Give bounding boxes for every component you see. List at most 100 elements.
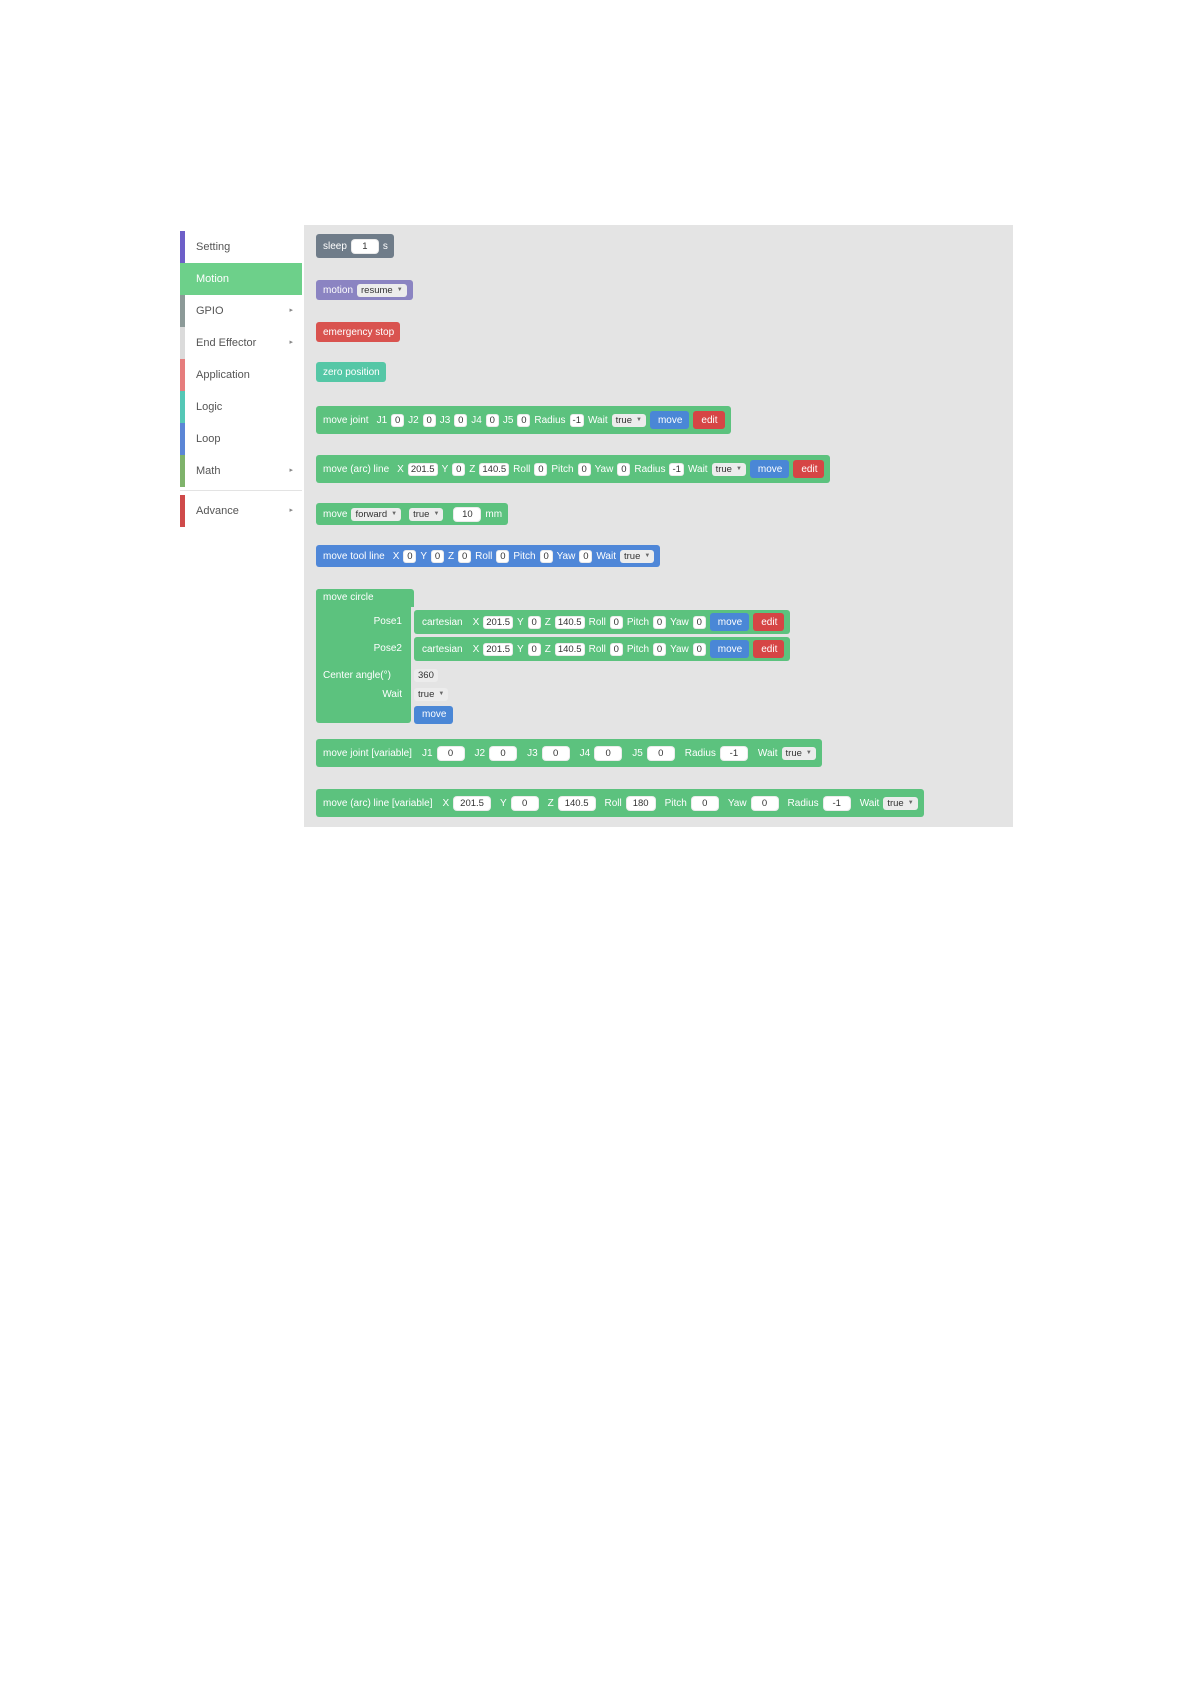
radius-input[interactable]: -1 [569,413,584,427]
move-button[interactable]: move [709,640,750,658]
wait-dropdown[interactable]: true ▼ [883,796,918,810]
j2-input[interactable]: 0 [489,745,518,761]
x-input[interactable]: 201.5 [407,462,438,476]
category-end-effector[interactable]: End Effector ▸ [180,327,302,359]
wait-dropdown[interactable]: true ▼ [711,462,746,476]
category-advance[interactable]: Advance ▸ [180,495,302,527]
j5-input[interactable]: 0 [646,745,675,761]
block-label: move joint [323,414,369,426]
category-math[interactable]: Math ▸ [180,455,302,487]
yaw-input[interactable]: 0 [692,615,706,629]
move-button[interactable]: move [649,411,690,429]
move-button[interactable]: move [749,460,790,478]
move-button[interactable]: move [414,705,454,724]
radius-input[interactable]: -1 [669,462,684,476]
j5-input[interactable]: 0 [517,413,531,427]
yaw-input[interactable]: 0 [692,642,706,656]
edit-button[interactable]: edit [693,411,725,429]
yaw-input[interactable]: 0 [750,795,779,811]
pitch-input[interactable]: 0 [653,642,667,656]
edit-button[interactable]: edit [793,460,825,478]
roll-input[interactable]: 180 [625,795,656,811]
wait-dropdown[interactable]: true ▼ [781,746,816,760]
roll-label: Roll [475,550,493,562]
move-arc-line-block[interactable]: move (arc) line X 201.5 Y 0 Z 140.5 Roll… [316,455,831,483]
roll-input[interactable]: 0 [496,549,510,563]
dropdown-value: true [715,463,732,475]
category-motion[interactable]: Motion [180,263,302,295]
j1-input[interactable]: 0 [391,413,405,427]
roll-input[interactable]: 0 [534,462,548,476]
y-label: Y [420,550,428,562]
motion-control-block[interactable]: motion resume ▼ [316,280,413,300]
pitch-input[interactable]: 0 [653,615,667,629]
sleep-block[interactable]: sleep 1 s [316,234,394,258]
move-arc-line-variable-block[interactable]: move (arc) line [variable] X 201.5 Y 0 Z… [316,789,924,817]
z-input[interactable]: 140.5 [479,462,510,476]
category-setting[interactable]: Setting [180,231,302,263]
move-button[interactable]: move [709,613,750,631]
pose2-cartesian-block[interactable]: cartesian X 201.5 Y 0 Z 140.5 Roll 0 Pit… [414,637,791,661]
block-label: move joint [variable] [323,747,412,759]
move-joint-variable-block[interactable]: move joint [variable] J1 0 J2 0 J3 0 J4 … [316,739,822,767]
motion-option-dropdown[interactable]: resume ▼ [357,283,407,297]
radius-input[interactable]: -1 [719,745,748,761]
relative-dropdown[interactable]: true ▼ [409,507,444,521]
z-input[interactable]: 140.5 [557,795,596,811]
category-application[interactable]: Application [180,359,302,391]
edit-button[interactable]: edit [753,613,785,631]
emergency-stop-block[interactable]: emergency stop [316,322,401,342]
category-logic[interactable]: Logic [180,391,302,423]
center-angle-input[interactable]: 360 [414,668,438,682]
x-input[interactable]: 201.5 [483,642,514,656]
y-input[interactable]: 0 [510,795,539,811]
z-label: Z [547,797,554,809]
x-label: X [392,550,400,562]
move-circle-block[interactable]: move circle Pose1 Pose2 Center angle(°) … [316,589,819,724]
category-label: Application [196,369,250,381]
yaw-input[interactable]: 0 [579,549,593,563]
y-input[interactable]: 0 [431,549,445,563]
sleep-seconds-input[interactable]: 1 [350,238,379,254]
z-input[interactable]: 140.5 [554,615,585,629]
center-angle-label: Center angle(°) [323,670,391,681]
y-input[interactable]: 0 [527,615,541,629]
edit-button[interactable]: edit [753,640,785,658]
category-loop[interactable]: Loop [180,423,302,455]
roll-input[interactable]: 0 [609,642,623,656]
wait-label: Wait [382,689,402,700]
zero-position-block[interactable]: zero position [316,362,386,382]
x-input[interactable]: 201.5 [453,795,491,811]
move-joint-block[interactable]: move joint J1 0 J2 0 J3 0 J4 0 J5 0 Radi… [316,406,731,434]
x-input[interactable]: 201.5 [483,615,514,629]
pitch-input[interactable]: 0 [690,795,719,811]
j1-input[interactable]: 0 [436,745,465,761]
category-gpio[interactable]: GPIO ▸ [180,295,302,327]
move-tool-line-block[interactable]: move tool line X 0 Y 0 Z 0 Roll 0 Pitch … [316,545,661,567]
z-input[interactable]: 0 [458,549,472,563]
j4-input[interactable]: 0 [594,745,623,761]
y-input[interactable]: 0 [452,462,466,476]
pose1-cartesian-block[interactable]: cartesian X 201.5 Y 0 Z 140.5 Roll 0 Pit… [414,610,791,634]
distance-input[interactable]: 10 [453,506,482,522]
z-input[interactable]: 140.5 [554,642,585,656]
j3-input[interactable]: 0 [454,413,468,427]
wait-dropdown[interactable]: true ▼ [414,687,449,701]
radius-input[interactable]: -1 [822,795,851,811]
j4-input[interactable]: 0 [485,413,499,427]
pitch-input[interactable]: 0 [539,549,553,563]
wait-dropdown[interactable]: true ▼ [619,549,655,563]
j3-input[interactable]: 0 [541,745,570,761]
j2-input[interactable]: 0 [422,413,436,427]
x-input[interactable]: 0 [403,549,417,563]
direction-dropdown[interactable]: forward ▼ [351,507,402,521]
x-label: X [397,463,404,475]
wait-dropdown[interactable]: true ▼ [611,413,646,427]
yaw-input[interactable]: 0 [617,462,631,476]
roll-input[interactable]: 0 [609,615,623,629]
pitch-input[interactable]: 0 [577,462,591,476]
y-input[interactable]: 0 [527,642,541,656]
j3-label: J3 [439,414,451,426]
category-color-stripe [180,295,185,327]
move-direction-block[interactable]: move forward ▼ true ▼ 10 mm [316,503,509,525]
